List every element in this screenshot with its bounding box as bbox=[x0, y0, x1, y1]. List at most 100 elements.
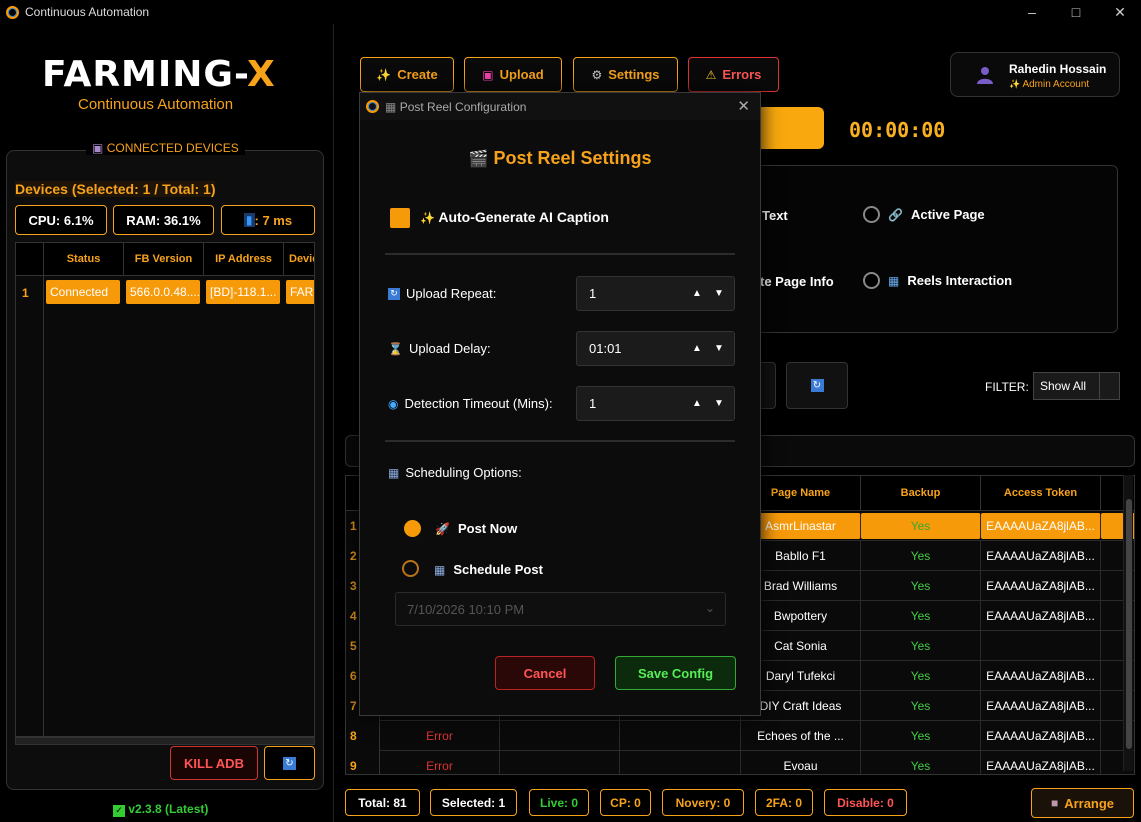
option-page-info[interactable]: te Page Info bbox=[760, 274, 834, 289]
table-row[interactable]: 8 Error Echoes of the ... Yes EAAAAUaZA8jlAB… bbox=[346, 721, 1134, 751]
header-backup[interactable]: Backup bbox=[861, 476, 981, 511]
schedule-post-label[interactable]: ▦ Schedule Post bbox=[434, 562, 543, 577]
upload-repeat-label: ↻ Upload Repeat: bbox=[388, 286, 496, 301]
reels-interaction-radio[interactable] bbox=[863, 272, 880, 289]
disable-count: Disable: 0 bbox=[824, 789, 907, 816]
devices-header-status[interactable]: Status bbox=[44, 243, 124, 276]
cell-token[interactable]: EAAAAUaZA8jlAB... bbox=[981, 571, 1101, 601]
panel-divider bbox=[333, 24, 334, 822]
devices-header-ip[interactable]: IP Address bbox=[204, 243, 284, 276]
filter-dropdown-arrow[interactable] bbox=[1099, 373, 1119, 399]
settings-button[interactable]: ⚙ Settings bbox=[573, 57, 678, 92]
increment-icon[interactable]: ▲ bbox=[690, 286, 704, 300]
active-page-label: Active Page bbox=[910, 207, 985, 222]
post-now-label[interactable]: 🚀 Post Now bbox=[435, 521, 517, 536]
scrollbar-thumb[interactable] bbox=[1126, 499, 1132, 749]
close-window-button[interactable]: ✕ bbox=[1097, 0, 1141, 24]
cell-backup[interactable]: Yes bbox=[861, 571, 981, 601]
cell-page[interactable]: Echoes of the ... bbox=[741, 721, 861, 751]
cell-page[interactable]: Evoau bbox=[741, 751, 861, 774]
cp-count: CP: 0 bbox=[600, 789, 651, 816]
cell-backup[interactable]: Yes bbox=[861, 541, 981, 571]
cell-token[interactable]: EAAAAUaZA8jlAB... bbox=[981, 601, 1101, 631]
upload-repeat-spinbox[interactable]: 1 ▲ ▼ bbox=[576, 276, 735, 311]
chevron-down-icon[interactable]: ⌄ bbox=[705, 601, 715, 615]
cell-backup[interactable]: Yes bbox=[861, 601, 981, 631]
user-account-box[interactable]: Rahedin Hossain ✨ Admin Account bbox=[950, 52, 1120, 97]
upload-repeat-text: Upload Repeat: bbox=[406, 286, 497, 301]
pages-table-scrollbar[interactable] bbox=[1123, 475, 1133, 771]
dialog-title: ▦ Post Reel Configuration bbox=[385, 100, 526, 114]
ai-caption-checkbox[interactable] bbox=[390, 208, 410, 228]
table-row[interactable]: 9 Error Evoau Yes EAAAAUaZA8jlAB... bbox=[346, 751, 1134, 774]
devices-header-device[interactable]: Devic bbox=[284, 243, 314, 276]
schedule-datetime-picker[interactable]: 7/10/2026 10:10 PM ⌄ bbox=[395, 592, 726, 626]
cell-token[interactable]: EAAAAUaZA8jlAB... bbox=[981, 721, 1101, 751]
cell-token[interactable]: EAAAAUaZA8jlAB... bbox=[981, 751, 1101, 774]
option-active-page[interactable]: 🔗 Active Page bbox=[863, 206, 985, 223]
device-ip-cell[interactable]: [BD]-118.1... bbox=[206, 280, 280, 304]
errors-button[interactable]: ⚠ Errors bbox=[688, 57, 779, 92]
detection-timeout-spinbox[interactable]: 1 ▲ ▼ bbox=[576, 386, 735, 421]
cancel-button[interactable]: Cancel bbox=[495, 656, 595, 690]
minimize-button[interactable]: – bbox=[1009, 0, 1055, 24]
cell-status[interactable]: Error bbox=[380, 751, 500, 774]
maximize-button[interactable]: □ bbox=[1053, 0, 1099, 24]
cell-status[interactable]: Error bbox=[380, 721, 500, 751]
cell-backup[interactable]: Yes bbox=[861, 661, 981, 691]
option-reels-interaction[interactable]: ▦ Reels Interaction bbox=[863, 272, 1012, 289]
decrement-icon[interactable]: ▼ bbox=[712, 286, 726, 300]
refresh-devices-button[interactable]: ↻ bbox=[264, 746, 315, 780]
kill-adb-button[interactable]: KILL ADB bbox=[170, 746, 258, 780]
cell-backup[interactable]: Yes bbox=[861, 513, 981, 539]
cell-empty[interactable] bbox=[620, 721, 741, 751]
devices-table-scrollbar[interactable] bbox=[15, 737, 315, 745]
ai-caption-text: Auto-Generate AI Caption bbox=[438, 209, 609, 225]
create-button[interactable]: ✨ Create bbox=[360, 57, 454, 92]
dialog-close-button[interactable]: ✕ bbox=[737, 97, 750, 115]
row-number: 8 bbox=[346, 721, 380, 751]
active-page-radio[interactable] bbox=[863, 206, 880, 223]
cell-token[interactable]: EAAAAUaZA8jlAB... bbox=[981, 541, 1101, 571]
devices-header-fb-version[interactable]: FB Version bbox=[124, 243, 204, 276]
detection-timeout-text: Detection Timeout (Mins): bbox=[404, 396, 553, 411]
cell-token[interactable]: EAAAAUaZA8jlAB... bbox=[981, 691, 1101, 721]
cell-backup[interactable]: Yes bbox=[861, 751, 981, 774]
upload-delay-text: Upload Delay: bbox=[408, 341, 491, 356]
arrange-button[interactable]: ■ Arrange bbox=[1031, 788, 1134, 818]
novery-count: Novery: 0 bbox=[662, 789, 744, 816]
filter-select[interactable]: Show All bbox=[1033, 372, 1120, 400]
cell-backup[interactable]: Yes bbox=[861, 721, 981, 751]
cell-token[interactable] bbox=[981, 631, 1101, 661]
dialog-heading-text: Post Reel Settings bbox=[493, 148, 652, 168]
cell-empty[interactable] bbox=[500, 751, 620, 774]
increment-icon[interactable]: ▲ bbox=[690, 396, 704, 410]
option-text[interactable]: Text bbox=[762, 208, 788, 223]
cell-token[interactable]: EAAAAUaZA8jlAB... bbox=[981, 513, 1101, 539]
upload-label: Upload bbox=[499, 67, 544, 82]
device-status-cell[interactable]: Connected bbox=[46, 280, 120, 304]
device-fb-version-cell[interactable]: 566.0.0.48.... bbox=[126, 280, 200, 304]
cell-empty[interactable] bbox=[500, 721, 620, 751]
calendar-icon: ▦ bbox=[434, 562, 446, 577]
schedule-post-radio[interactable] bbox=[402, 560, 419, 577]
refresh-icon: ↻ bbox=[810, 379, 824, 392]
reels-interaction-label: Reels Interaction bbox=[907, 273, 1013, 288]
cell-backup[interactable]: Yes bbox=[861, 691, 981, 721]
decrement-icon[interactable]: ▼ bbox=[712, 396, 726, 410]
cell-empty[interactable] bbox=[620, 751, 741, 774]
decrement-icon[interactable]: ▼ bbox=[712, 341, 726, 355]
cell-token[interactable]: EAAAAUaZA8jlAB... bbox=[981, 661, 1101, 691]
post-reel-config-dialog: ▦ Post Reel Configuration ✕ 🎬 Post Reel … bbox=[359, 92, 761, 716]
header-access-token[interactable]: Access Token bbox=[981, 476, 1101, 511]
ai-caption-label[interactable]: ✨ Auto-Generate AI Caption bbox=[420, 209, 609, 225]
cell-backup[interactable]: Yes bbox=[861, 631, 981, 661]
save-config-button[interactable]: Save Config bbox=[615, 656, 736, 690]
dialog-separator bbox=[385, 440, 735, 442]
post-now-radio[interactable] bbox=[404, 520, 421, 537]
increment-icon[interactable]: ▲ bbox=[690, 341, 704, 355]
upload-button[interactable]: ▣ Upload bbox=[464, 57, 562, 92]
refresh-table-button[interactable]: ↻ bbox=[786, 362, 848, 409]
upload-delay-spinbox[interactable]: 01:01 ▲ ▼ bbox=[576, 331, 735, 366]
device-name-cell[interactable]: FARM bbox=[286, 280, 314, 304]
